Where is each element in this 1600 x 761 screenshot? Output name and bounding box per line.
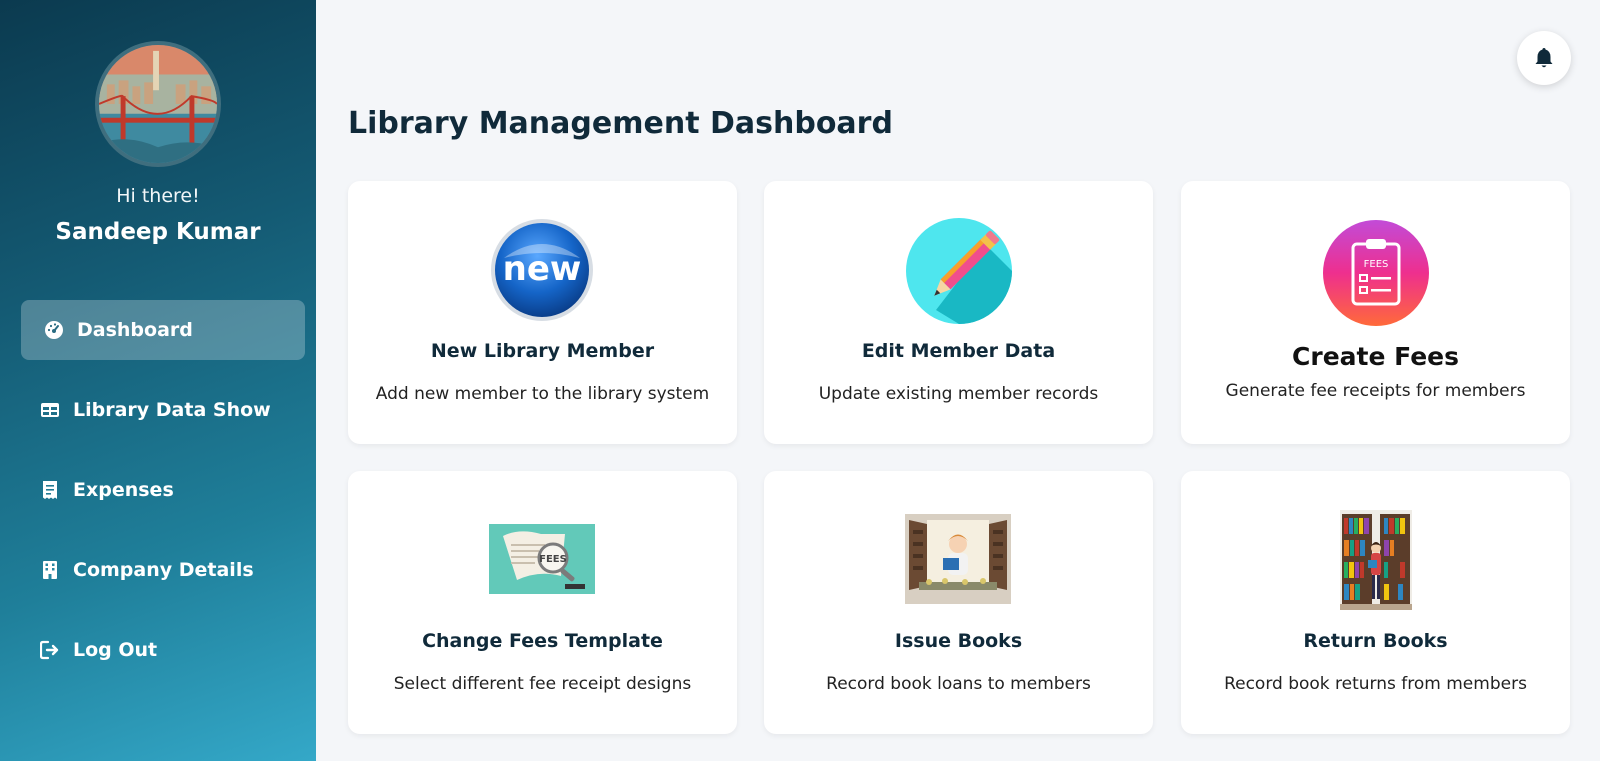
nav-label: Dashboard [77, 319, 193, 341]
card-description: Record book returns from members [1224, 674, 1527, 694]
svg-text:new: new [503, 249, 582, 289]
avatar[interactable] [95, 41, 221, 167]
user-name: Sandeep Kumar [55, 219, 261, 245]
card-return-books[interactable]: Return Books Record book returns from me… [1181, 471, 1570, 734]
nav-item-expenses[interactable]: Expenses [21, 460, 305, 520]
nav-label: Library Data Show [73, 399, 271, 421]
receipt-icon [39, 479, 61, 501]
card-create-fees[interactable]: FEES Create Fees Generate fee receipts f… [1181, 181, 1570, 444]
nav-item-dashboard[interactable]: Dashboard [21, 300, 305, 360]
card-title: Edit Member Data [861, 340, 1056, 362]
notification-button[interactable] [1517, 31, 1571, 85]
sidebar: Hi there! Sandeep Kumar Dashboard Librar… [0, 0, 316, 761]
card-title: New Library Member [430, 340, 655, 362]
nav-item-library-data-show[interactable]: Library Data Show [21, 380, 305, 440]
svg-text:FEES: FEES [539, 554, 567, 565]
card-title: Create Fees [1292, 342, 1459, 371]
card-issue-books[interactable]: Issue Books Record book loans to members [764, 471, 1153, 734]
page-title: Library Management Dashboard [348, 106, 893, 141]
fees-clipboard-icon: FEES [1323, 220, 1429, 326]
card-change-fees-template[interactable]: FEES Change Fees Template Select differe… [348, 471, 737, 734]
card-description: Update existing member records [818, 384, 1099, 404]
pencil-icon [906, 218, 1012, 324]
nav-label: Company Details [73, 559, 254, 581]
card-description: Add new member to the library system [375, 384, 710, 404]
card-description: Generate fee receipts for members [1225, 381, 1526, 401]
nav-item-company-details[interactable]: Company Details [21, 540, 305, 600]
nav-label: Expenses [73, 479, 174, 501]
greeting-text: Hi there! [116, 185, 200, 207]
table-icon [39, 399, 61, 421]
card-title: Return Books [1303, 630, 1448, 652]
building-icon [39, 559, 61, 581]
nav-label: Log Out [73, 639, 158, 661]
card-description: Select different fee receipt designs [393, 674, 692, 694]
logout-icon [39, 639, 61, 661]
bell-icon [1535, 48, 1553, 68]
new-badge-icon: new [490, 218, 594, 322]
gauge-icon [43, 319, 65, 341]
card-new-library-member[interactable]: new New Library Member Add new member to… [348, 181, 737, 444]
fees-receipt-image: FEES [489, 524, 595, 594]
card-title: Issue Books [894, 630, 1023, 652]
card-edit-member-data[interactable]: Edit Member Data Update existing member … [764, 181, 1153, 444]
golden-gate-avatar-image [99, 45, 217, 163]
nav-item-log-out[interactable]: Log Out [21, 620, 305, 680]
reading-window-image [905, 514, 1011, 604]
bookshelf-image [1340, 510, 1412, 610]
svg-text:FEES: FEES [1364, 259, 1389, 270]
card-description: Record book loans to members [826, 674, 1091, 694]
card-title: Change Fees Template [422, 630, 663, 652]
